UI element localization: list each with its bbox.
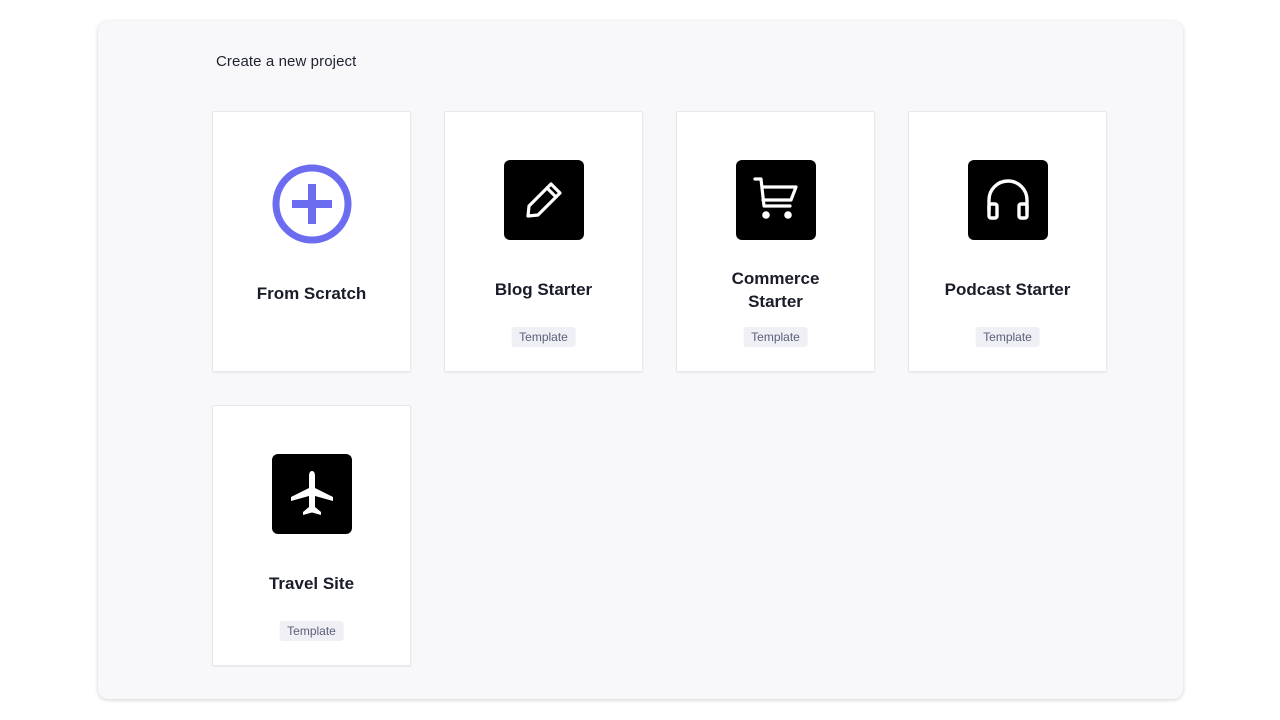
card-title: Commerce Starter [731, 269, 820, 311]
new-project-panel: Create a new project From Scratch Blog S… [98, 21, 1183, 699]
blog-starter-card[interactable]: Blog Starter Template [444, 111, 643, 372]
card-title: From Scratch [256, 284, 367, 303]
page-title: Create a new project [216, 53, 357, 70]
card-title: Travel Site [268, 574, 355, 593]
card-title: Podcast Starter [944, 280, 1071, 299]
template-badge: Template [975, 327, 1040, 347]
template-badge: Template [279, 621, 344, 641]
plus-circle-icon [272, 164, 352, 244]
card-title: Blog Starter [494, 280, 593, 299]
headphones-icon [968, 160, 1048, 240]
travel-site-card[interactable]: Travel Site Template [212, 405, 411, 666]
from-scratch-card[interactable]: From Scratch [212, 111, 411, 372]
podcast-starter-card[interactable]: Podcast Starter Template [908, 111, 1107, 372]
template-badge: Template [511, 327, 576, 347]
pencil-icon [504, 160, 584, 240]
shopping-cart-icon [736, 160, 816, 240]
template-badge: Template [743, 327, 808, 347]
airplane-icon [272, 454, 352, 534]
commerce-starter-card[interactable]: Commerce Starter Template [676, 111, 875, 372]
